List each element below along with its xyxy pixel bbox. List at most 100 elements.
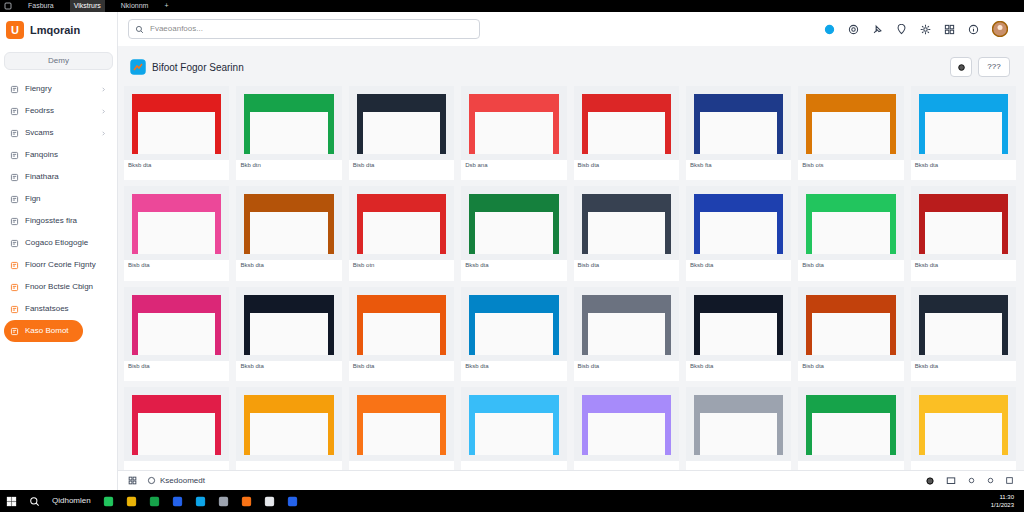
store-tile[interactable]: Bisb dta xyxy=(349,86,454,180)
store-tile[interactable]: Dsb ana xyxy=(461,86,566,180)
window-tab[interactable]: Fasbura xyxy=(24,0,58,12)
store-tile[interactable]: Bksb dta xyxy=(236,287,341,381)
store-tile[interactable]: Bkb dtn xyxy=(236,86,341,180)
taskbar-app-icon[interactable] xyxy=(103,496,114,507)
taskbar-app-icon[interactable] xyxy=(264,496,275,507)
sidebar-item[interactable]: Fign xyxy=(4,188,113,210)
store-tile[interactable] xyxy=(798,387,903,470)
storefront-sign xyxy=(357,395,446,413)
store-tile[interactable] xyxy=(461,387,566,470)
storefront-sign xyxy=(919,94,1008,112)
pin-icon[interactable] xyxy=(872,24,883,35)
sidebar-item[interactable]: Cogaco Etiogogie xyxy=(4,232,113,254)
dot-icon[interactable] xyxy=(967,476,976,485)
sidebar-item-label: Fnoor Bctsie Cbign xyxy=(25,282,107,292)
record-icon[interactable] xyxy=(925,476,935,486)
store-tile[interactable] xyxy=(911,387,1016,470)
store-tile[interactable]: Bksb dta xyxy=(461,186,566,280)
store-tile[interactable]: Bksb dta xyxy=(124,86,229,180)
gear-icon[interactable] xyxy=(920,24,931,35)
store-tile[interactable] xyxy=(686,387,791,470)
tile-grid: Bksb dtaBkb dtnBisb dtaDsb anaBisb dtaBk… xyxy=(118,82,1024,470)
store-tile[interactable] xyxy=(236,387,341,470)
store-tile[interactable]: Bisb dta xyxy=(798,186,903,280)
window-tab[interactable]: Vikstrurs xyxy=(70,0,105,12)
store-tile[interactable]: Bisb dta xyxy=(574,287,679,381)
store-tile[interactable] xyxy=(574,387,679,470)
sidebar-item[interactable]: Fiengry xyxy=(4,78,113,100)
item-icon xyxy=(10,217,19,226)
sidebar-button[interactable]: Demy xyxy=(4,52,113,70)
window-tab[interactable]: Nkionnm xyxy=(117,0,153,12)
taskbar-app-icon[interactable] xyxy=(241,496,252,507)
top-bar xyxy=(118,12,1024,46)
search-input[interactable] xyxy=(150,23,473,35)
sidebar-item[interactable]: Finathara xyxy=(4,166,113,188)
store-tile[interactable]: Bisb dta xyxy=(574,86,679,180)
taskbar-app-icon[interactable] xyxy=(287,496,298,507)
tile-caption: Bksb dta xyxy=(236,260,341,271)
info-icon[interactable] xyxy=(968,24,979,35)
storefront-sign xyxy=(806,295,895,313)
bottom-label-group[interactable]: Ksedoomedt xyxy=(147,475,205,487)
sidebar-item[interactable]: Svcams xyxy=(4,122,113,144)
store-tile[interactable]: Bksb fta xyxy=(686,86,791,180)
store-picture xyxy=(461,86,566,160)
store-picture xyxy=(574,387,679,461)
sidebar-item[interactable]: Fingosstes fira xyxy=(4,210,113,232)
refresh-button[interactable] xyxy=(950,57,972,77)
sidebar-item[interactable]: Fioorr Ceorie Fignty xyxy=(4,254,113,276)
sidebar-item[interactable]: Fanstatsoes xyxy=(4,298,113,320)
sidebar-item[interactable]: Fanqoins xyxy=(4,144,113,166)
storefront-sign xyxy=(919,194,1008,212)
start-icon[interactable] xyxy=(6,496,17,507)
store-tile[interactable] xyxy=(349,387,454,470)
dot-icon[interactable] xyxy=(986,476,995,485)
store-picture xyxy=(236,86,341,160)
new-tab-button[interactable]: + xyxy=(164,1,168,12)
sidebar-item[interactable]: Fnoor Bctsie Cbign xyxy=(4,276,113,298)
screen-icon[interactable] xyxy=(945,476,957,486)
taskbar: Qidhomlen 11:301/1/2023 xyxy=(0,490,1024,512)
target-icon[interactable] xyxy=(848,24,859,35)
store-tile[interactable]: Bksb dta xyxy=(686,186,791,280)
sidebar: ULmqorainDemyFiengryFeodrssSvcamsFanqoin… xyxy=(0,12,118,490)
sidebar-item[interactable]: Kaso Bomot xyxy=(4,320,83,342)
tile-caption: Bisb dta xyxy=(349,361,454,372)
taskbar-app-icon[interactable] xyxy=(149,496,160,507)
more-button[interactable]: ??? xyxy=(978,57,1010,77)
store-tile[interactable]: Bisb dta xyxy=(349,287,454,381)
store-tile[interactable]: Bksb dta xyxy=(911,287,1016,381)
grid-icon[interactable] xyxy=(944,24,955,35)
square-icon[interactable] xyxy=(1005,476,1014,485)
search-icon[interactable] xyxy=(29,496,40,507)
taskbar-app-icon[interactable] xyxy=(218,496,229,507)
store-tile[interactable]: Bisb dta xyxy=(574,186,679,280)
store-tile[interactable] xyxy=(124,387,229,470)
store-tile[interactable]: Bisb ots xyxy=(798,86,903,180)
tile-caption: Bisb dta xyxy=(349,160,454,171)
taskbar-app-icon[interactable] xyxy=(195,496,206,507)
taskbar-app-icon[interactable] xyxy=(172,496,183,507)
store-tile[interactable]: Bisb dta xyxy=(124,287,229,381)
sidebar-item[interactable]: Feodrss xyxy=(4,100,113,122)
store-tile[interactable]: Bksb dta xyxy=(236,186,341,280)
store-tile[interactable]: Bisb dta xyxy=(124,186,229,280)
grid-icon[interactable] xyxy=(128,476,137,485)
status-icon[interactable] xyxy=(824,24,835,35)
store-tile[interactable]: Bksb dta xyxy=(911,186,1016,280)
store-tile[interactable]: Bksb dta xyxy=(911,86,1016,180)
search-field[interactable] xyxy=(128,19,480,39)
tile-caption: Bisb ots xyxy=(798,160,903,171)
taskbar-search[interactable]: Qidhomlen xyxy=(52,495,91,507)
storefront-body xyxy=(132,313,221,355)
store-tile[interactable]: Bksb dta xyxy=(686,287,791,381)
avatar-icon[interactable] xyxy=(992,21,1008,37)
store-tile[interactable]: Bksb dta xyxy=(461,287,566,381)
store-tile[interactable]: Bisb dta xyxy=(798,287,903,381)
store-tile[interactable]: Bisb otn xyxy=(349,186,454,280)
taskbar-app-icon[interactable] xyxy=(126,496,137,507)
clock: 11:301/1/2023 xyxy=(991,493,1018,509)
bottom-label: Ksedoomedt xyxy=(160,475,205,487)
location-icon[interactable] xyxy=(896,24,907,35)
